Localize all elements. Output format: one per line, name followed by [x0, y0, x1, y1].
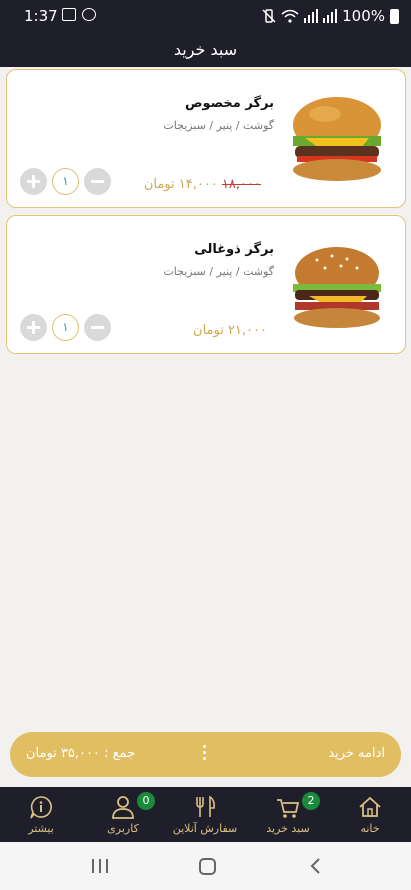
burger-image [293, 97, 381, 181]
quantity-value: ۱ [52, 168, 79, 195]
item-description: گوشت / پنیر / سبزیجات [163, 265, 274, 278]
nav-item-online-order[interactable]: سفارش آنلاین [164, 787, 246, 842]
status-time: 1:37 [24, 7, 58, 25]
quantity-stepper: ۱ [20, 314, 111, 341]
cart-count-badge: 2 [302, 792, 320, 810]
nav-item-home[interactable]: خانه [329, 787, 411, 842]
nav-label: بیشتر [28, 822, 54, 835]
continue-shopping-button[interactable]: ادامه خرید [328, 746, 385, 761]
system-status-icons: 100% [262, 7, 399, 25]
increase-quantity-button[interactable] [20, 314, 47, 341]
status-bar: 1:37 100% [0, 0, 411, 32]
page-title: سبد خرید [173, 40, 238, 59]
burger-image [293, 247, 381, 328]
nav-item-cart[interactable]: 2 سبد خرید [247, 787, 329, 842]
item-description: گوشت / پنیر / سبزیجات [163, 119, 274, 132]
nav-label: خانه [360, 822, 380, 835]
item-name: برگر ذوغالی [194, 242, 274, 257]
recent-apps-button[interactable] [92, 859, 108, 873]
quantity-value: ۱ [52, 314, 79, 341]
nav-label: سبد خرید [266, 822, 310, 835]
info-icon [30, 796, 52, 819]
item-current-price: ۱۴,۰۰۰ تومان [143, 177, 218, 192]
item-old-price: ۱۸,۰۰۰ [221, 177, 261, 192]
battery-percent: 100% [342, 7, 385, 25]
item-price: ۱۸,۰۰۰ ۱۴,۰۰۰ تومان [144, 177, 267, 192]
cart-item-card[interactable]: برگر مخصوص گوشت / پنیر / سبزیجات ۱۸,۰۰۰ … [6, 69, 406, 208]
quantity-stepper: ۱ [20, 168, 111, 195]
nav-label: کاربری [107, 822, 139, 835]
wifi-icon [281, 9, 299, 23]
bottom-navigation: خانه 2 سبد خرید سفارش آنلاین 0 کاربری بی… [0, 787, 411, 842]
home-icon [359, 796, 381, 817]
app-bar: سبد خرید [0, 32, 411, 67]
checkout-bar: جمع : ۳۵,۰۰۰ تومان ادامه خرید [10, 732, 401, 777]
nav-label: سفارش آنلاین [172, 822, 238, 835]
cart-total: جمع : ۳۵,۰۰۰ تومان [26, 746, 136, 761]
system-navigation-bar [0, 842, 411, 890]
signal-icon-2 [323, 9, 338, 23]
mute-notifications-icon [82, 8, 96, 21]
cart-icon [277, 799, 300, 818]
notification-icons [62, 8, 96, 21]
back-button[interactable] [309, 857, 321, 875]
item-current-price: ۲۱,۰۰۰ تومان [193, 323, 267, 338]
item-price: ۲۱,۰۰۰ تومان [193, 323, 267, 338]
cart-item-card[interactable]: برگر ذوغالی گوشت / پنیر / سبزیجات ۲۱,۰۰۰… [6, 215, 406, 354]
decrease-quantity-button[interactable] [84, 314, 111, 341]
vibrate-icon [262, 9, 276, 23]
battery-icon [390, 8, 399, 24]
signal-icon [304, 9, 319, 23]
item-name: برگر مخصوص [184, 96, 274, 111]
account-badge: 0 [137, 792, 155, 810]
nav-item-account[interactable]: 0 کاربری [82, 787, 164, 842]
divider-dots-icon [203, 745, 207, 763]
fork-knife-icon [196, 795, 215, 817]
system-home-button[interactable] [199, 858, 216, 875]
increase-quantity-button[interactable] [20, 168, 47, 195]
decrease-quantity-button[interactable] [84, 168, 111, 195]
user-icon [112, 796, 134, 819]
gallery-icon [62, 8, 76, 21]
nav-item-more[interactable]: بیشتر [0, 787, 82, 842]
